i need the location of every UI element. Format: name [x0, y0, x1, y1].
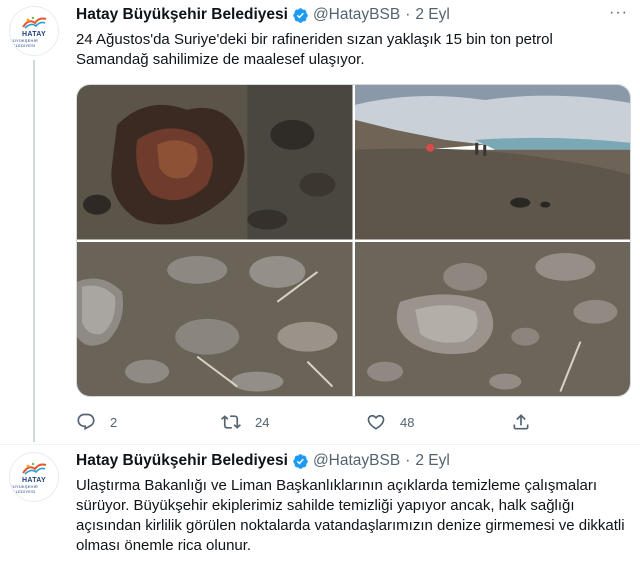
- avatar-logo-sub: BÜYÜKŞEHİR BELEDİYESİ: [10, 484, 39, 494]
- retweet-icon: [221, 415, 241, 429]
- tweet-actions: 2 24 48: [76, 410, 596, 434]
- retweet-button[interactable]: 24: [221, 410, 366, 434]
- more-icon[interactable]: ···: [609, 4, 628, 22]
- hatay-logo-icon: [22, 16, 47, 29]
- like-count: 48: [400, 414, 415, 430]
- avatar-logo-text: HATAY: [22, 31, 46, 38]
- separator-dot: ·: [405, 452, 411, 469]
- media-photo-4[interactable]: [354, 241, 630, 396]
- verified-badge-icon: [293, 453, 308, 469]
- reply-count: 2: [110, 414, 118, 430]
- tweet-divider: [0, 444, 640, 445]
- media-photo-1[interactable]: [77, 85, 353, 240]
- tweet-timestamp[interactable]: 2 Eyl: [415, 6, 449, 24]
- retweet-count: 24: [255, 414, 270, 430]
- media-photo-3[interactable]: [77, 241, 353, 396]
- reply-button[interactable]: 2: [76, 410, 221, 434]
- tweet-timestamp[interactable]: 2 Eyl: [415, 452, 449, 470]
- share-icon: [513, 414, 529, 430]
- author-handle[interactable]: @HatayBSB: [313, 6, 400, 24]
- hatay-logo-icon: [22, 462, 47, 475]
- tweet-header: Hatay Büyükşehir Belediyesi @HatayBSB · …: [76, 450, 632, 472]
- separator-dot: ·: [405, 6, 411, 23]
- tweet[interactable]: HATAY BÜYÜKŞEHİR BELEDİYESİ Hatay Büyükş…: [0, 446, 640, 570]
- avatar[interactable]: HATAY BÜYÜKŞEHİR BELEDİYESİ: [9, 452, 59, 502]
- thread-line: [33, 60, 35, 442]
- author-name[interactable]: Hatay Büyükşehir Belediyesi: [76, 452, 288, 470]
- avatar-logo-sub: BÜYÜKŞEHİR BELEDİYESİ: [10, 38, 39, 48]
- share-button[interactable]: [511, 410, 531, 434]
- author-handle[interactable]: @HatayBSB: [313, 452, 400, 470]
- heart-icon: [367, 414, 385, 430]
- avatar[interactable]: HATAY BÜYÜKŞEHİR BELEDİYESİ: [9, 6, 59, 56]
- avatar-logo-text: HATAY: [22, 477, 46, 484]
- reply-icon: [77, 413, 95, 431]
- tweet-text: 24 Ağustos'da Suriye'deki bir rafineride…: [76, 31, 553, 68]
- like-button[interactable]: 48: [366, 410, 511, 434]
- media-grid: [76, 84, 631, 397]
- tweet[interactable]: HATAY BÜYÜKŞEHİR BELEDİYESİ Hatay Büyükş…: [0, 0, 640, 442]
- media-photo-2[interactable]: [354, 85, 630, 240]
- author-name[interactable]: Hatay Büyükşehir Belediyesi: [76, 6, 288, 24]
- verified-badge-icon: [293, 7, 308, 23]
- tweet-text: Ulaştırma Bakanlığı ve Liman Başkanlıkla…: [76, 477, 625, 554]
- tweet-header: Hatay Büyükşehir Belediyesi @HatayBSB · …: [76, 4, 632, 26]
